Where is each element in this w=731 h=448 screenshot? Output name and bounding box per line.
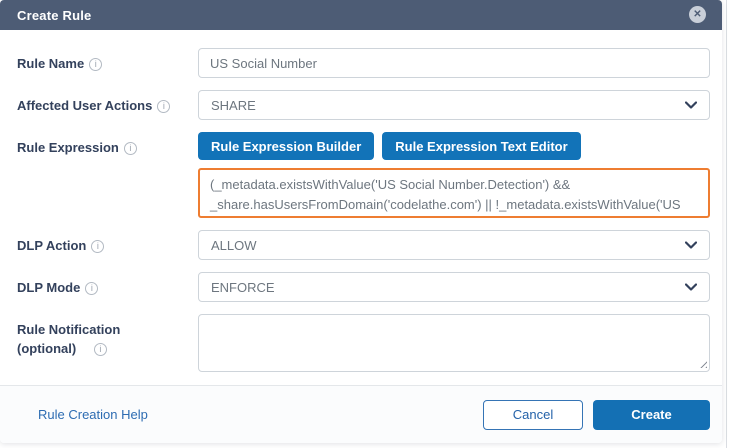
chevron-down-icon [685,241,697,249]
dlp-action-row: DLP Action i ALLOW [17,230,710,260]
chevron-down-icon [685,283,697,291]
rule-name-input[interactable] [198,48,710,78]
cancel-button[interactable]: Cancel [483,399,583,430]
create-rule-form: Rule Namei Affected User Actionsi SHARE [0,30,722,372]
rule-expression-label: Rule Expression i [17,132,198,158]
rule-expression-textarea[interactable]: (_metadata.existsWithValue('US Social Nu… [198,168,710,218]
info-icon[interactable]: i [85,282,99,295]
modal-title: Create Rule [17,7,92,23]
affected-user-actions-row: Affected User Actions i SHARE [17,90,710,120]
rule-creation-help-link[interactable]: Rule Creation Help [38,407,148,422]
info-icon[interactable]: i [93,342,107,356]
dlp-mode-select[interactable]: ENFORCE [198,272,710,302]
rule-expression-row: Rule Expression i Rule Expression Builder… [17,132,710,218]
modal-header: Create Rule ✕ [0,0,722,30]
selected-value: ALLOW [211,237,257,253]
close-icon[interactable]: ✕ [689,6,706,23]
rule-notification-label: Rule Notification (optional) i [17,322,121,356]
info-icon[interactable]: i [89,58,103,71]
rule-expression-builder-button[interactable]: Rule Expression Builder [198,132,375,160]
page: Create Rule ✕ Rule Namei Affected User A… [0,0,731,448]
dlp-mode-row: DLP Mode i ENFORCE [17,272,710,302]
selected-value: ENFORCE [211,279,275,295]
info-icon[interactable]: i [123,142,137,155]
rule-name-row: Rule Name i [17,48,710,78]
info-icon[interactable]: i [91,240,105,253]
rule-name-label: Rule Name i [17,48,198,74]
dlp-action-select[interactable]: ALLOW [198,230,710,260]
selected-value: SHARE [211,97,256,113]
rule-expression-text-editor-button[interactable]: Rule Expression Text Editor [382,132,581,160]
modal-footer: Rule Creation Help Cancel Create [0,385,722,443]
affected-user-actions-label: Affected User Actions i [17,90,198,116]
rule-notification-textarea[interactable] [198,314,710,372]
info-icon[interactable]: i [157,100,171,113]
dlp-mode-label: DLP Mode i [17,272,198,298]
rule-notification-row: Rule Notification (optional) i [17,314,710,372]
create-button[interactable]: Create [593,399,710,430]
affected-user-actions-select[interactable]: SHARE [198,90,710,120]
dlp-action-label: DLP Action i [17,230,198,256]
chevron-down-icon [685,101,697,109]
background-edge-line [726,0,727,448]
create-rule-modal: Create Rule ✕ Rule Namei Affected User A… [0,0,722,443]
